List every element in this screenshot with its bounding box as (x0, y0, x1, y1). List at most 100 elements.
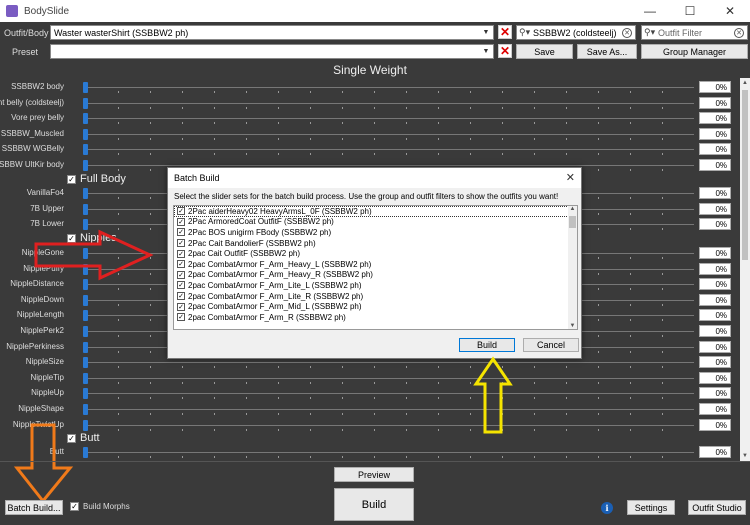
slider-value-input[interactable]: 0% (699, 418, 731, 431)
slider-value-input[interactable]: 0% (699, 309, 731, 322)
group-manager-button[interactable]: Group Manager (641, 44, 748, 59)
slider-thumb[interactable] (83, 447, 88, 458)
save-as-button[interactable]: Save As... (577, 44, 637, 59)
slider-thumb[interactable] (83, 82, 88, 93)
scroll-thumb[interactable] (742, 90, 748, 260)
scroll-up-icon[interactable]: ▲ (568, 206, 577, 212)
slider-track[interactable] (86, 133, 694, 135)
slider-row[interactable]: SSBBW WGBelly 0% (0, 142, 740, 157)
scroll-up-icon[interactable]: ▲ (740, 78, 750, 88)
list-item[interactable]: ✓ 2pac CombatArmor F_Arm_Lite_L (SSBBW2 p… (174, 280, 577, 291)
group-checkbox[interactable]: ✓ (67, 233, 76, 243)
dialog-cancel-button[interactable]: Cancel (523, 338, 579, 352)
batch-build-button[interactable]: Batch Build... (5, 500, 63, 515)
slider-track[interactable] (86, 452, 694, 453)
slider-value-input[interactable]: 0% (699, 112, 731, 125)
slider-value-input[interactable]: 0% (699, 187, 731, 199)
slider-thumb[interactable] (83, 294, 88, 306)
settings-button[interactable]: Settings (627, 500, 675, 515)
slider-row[interactable]: NippleUp 0% (0, 386, 740, 401)
slider-track[interactable] (86, 362, 694, 364)
group-butt[interactable]: ✓ Butt (67, 432, 100, 444)
slider-thumb[interactable] (83, 404, 88, 415)
slider-row[interactable]: SSBBW2 body 0% (0, 80, 740, 95)
slider-track[interactable] (86, 424, 694, 426)
slider-row[interactable]: Giant belly (coldsteelj) 0% (0, 96, 740, 111)
item-checkbox[interactable]: ✓ (177, 239, 185, 248)
list-item[interactable]: ✓ 2Pac Cait BandolierF (SSBBW2 ph) (174, 238, 577, 249)
group-filter-input[interactable]: ⚲▾ SSBBW2 (coldsteelj) ✕ (516, 25, 636, 40)
outfit-studio-button[interactable]: Outfit Studio (688, 500, 746, 515)
slider-track[interactable] (86, 149, 694, 151)
slider-thumb[interactable] (83, 419, 88, 431)
clear-search-icon[interactable]: ✕ (622, 27, 632, 38)
outfit-checklist[interactable]: ✓ 2Pac aiderHeavy02 HeavyArmsL_0F (SSBBW2… (173, 205, 578, 330)
item-checkbox[interactable]: ✓ (177, 207, 185, 216)
slider-thumb[interactable] (83, 203, 88, 215)
group-nipples[interactable]: ✓ Nipples (67, 232, 117, 244)
slider-value-input[interactable]: 0% (699, 218, 731, 231)
scroll-down-icon[interactable]: ▼ (568, 323, 577, 329)
slider-thumb[interactable] (83, 341, 88, 353)
item-checkbox[interactable]: ✓ (177, 292, 185, 301)
slider-track[interactable] (86, 393, 694, 395)
maximize-button[interactable]: ☐ (670, 0, 710, 22)
dialog-close-icon[interactable]: ✕ (566, 171, 575, 184)
slider-thumb[interactable] (83, 188, 88, 199)
list-item[interactable]: ✓ 2pac CombatArmor F_Arm_Heavy_L (SSBBW2 … (174, 259, 577, 270)
list-item[interactable]: ✓ 2pac CombatArmor F_Arm_Mid_L (SSBBW2 ph… (174, 301, 577, 312)
slider-row[interactable]: Vore prey belly 0% (0, 111, 740, 126)
list-scrollbar[interactable]: ▲ ▼ (568, 206, 577, 329)
slider-thumb[interactable] (83, 113, 88, 125)
slider-value-input[interactable]: 0% (699, 202, 731, 215)
slider-value-input[interactable]: 0% (699, 446, 731, 458)
slider-thumb[interactable] (83, 144, 88, 156)
slider-track[interactable] (86, 377, 694, 379)
slider-thumb[interactable] (83, 248, 88, 259)
outfit-filter-input[interactable]: ⚲▾ Outfit Filter ✕ (641, 25, 748, 40)
slider-value-input[interactable]: 0% (699, 293, 731, 306)
slider-value-input[interactable]: 0% (699, 356, 731, 369)
list-item[interactable]: ✓ 2pac CombatArmor F_Arm_R (SSBBW2 ph) (174, 312, 577, 323)
slider-value-input[interactable]: 0% (699, 159, 731, 171)
slider-value-input[interactable]: 0% (699, 127, 731, 140)
slider-track[interactable] (86, 87, 694, 88)
list-item[interactable]: ✓ 2Pac aiderHeavy02 HeavyArmsL_0F (SSBBW2… (174, 206, 577, 217)
slider-value-input[interactable]: 0% (699, 143, 731, 156)
slider-row[interactable]: SSBBW_Muscled 0% (0, 127, 740, 142)
build-button[interactable]: Build (334, 488, 414, 521)
item-checkbox[interactable]: ✓ (177, 270, 185, 279)
save-button[interactable]: Save (516, 44, 573, 59)
clear-outfit-icon[interactable]: ✕ (498, 25, 512, 39)
dialog-build-button[interactable]: Build (459, 338, 515, 352)
slider-track[interactable] (86, 409, 694, 410)
slider-thumb[interactable] (83, 372, 88, 384)
main-scrollbar[interactable]: ▲ ▼ (740, 78, 750, 461)
build-morphs-checkbox[interactable]: ✓ (70, 502, 79, 511)
slider-track[interactable] (86, 165, 694, 166)
group-checkbox[interactable]: ✓ (67, 433, 76, 443)
slider-value-input[interactable]: 0% (699, 325, 731, 337)
slider-value-input[interactable]: 0% (699, 247, 731, 259)
clear-preset-icon[interactable]: ✕ (498, 44, 512, 58)
list-item[interactable]: ✓ 2pac CombatArmor F_Arm_Lite_R (SSBBW2 p… (174, 291, 577, 302)
item-checkbox[interactable]: ✓ (177, 217, 185, 226)
slider-thumb[interactable] (83, 279, 88, 291)
slider-value-input[interactable]: 0% (699, 403, 731, 415)
slider-thumb[interactable] (83, 388, 88, 400)
scroll-thumb[interactable] (569, 216, 576, 228)
slider-value-input[interactable]: 0% (699, 340, 731, 353)
slider-row[interactable]: NippleTwistUp 0% (0, 418, 740, 433)
slider-thumb[interactable] (83, 326, 88, 337)
item-checkbox[interactable]: ✓ (177, 281, 185, 290)
preset-select[interactable]: ▼ (50, 44, 494, 59)
scroll-down-icon[interactable]: ▼ (740, 451, 750, 461)
item-checkbox[interactable]: ✓ (177, 228, 185, 237)
slider-thumb[interactable] (83, 357, 88, 369)
clear-search-icon[interactable]: ✕ (734, 27, 744, 38)
outfit-body-select[interactable]: Waster wasterShirt (SSBBW2 ph) ▼ (50, 25, 494, 40)
group-full-body[interactable]: ✓ Full Body (67, 173, 126, 185)
slider-value-input[interactable]: 0% (699, 371, 731, 384)
item-checkbox[interactable]: ✓ (177, 260, 185, 269)
slider-value-input[interactable]: 0% (699, 96, 731, 109)
